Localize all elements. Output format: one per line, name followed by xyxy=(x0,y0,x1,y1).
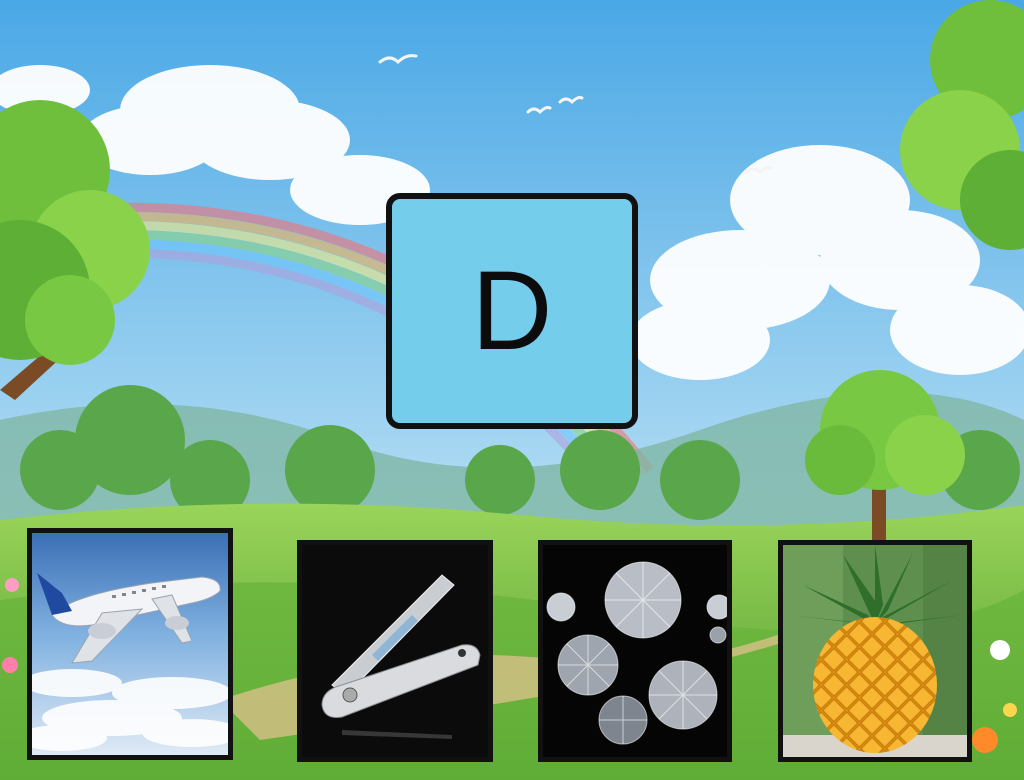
picture-card-diamonds[interactable] xyxy=(538,540,732,762)
picture-card-airplane[interactable] xyxy=(27,528,233,760)
airplane-icon xyxy=(32,533,228,755)
pineapple-icon xyxy=(783,545,967,757)
letter-text: D xyxy=(471,248,553,373)
diamonds-icon xyxy=(543,545,727,757)
letter-card: D xyxy=(386,193,638,429)
picture-card-nail-clipper[interactable] xyxy=(297,540,493,762)
picture-card-pineapple[interactable] xyxy=(778,540,972,762)
nail-clipper-icon xyxy=(302,545,488,757)
